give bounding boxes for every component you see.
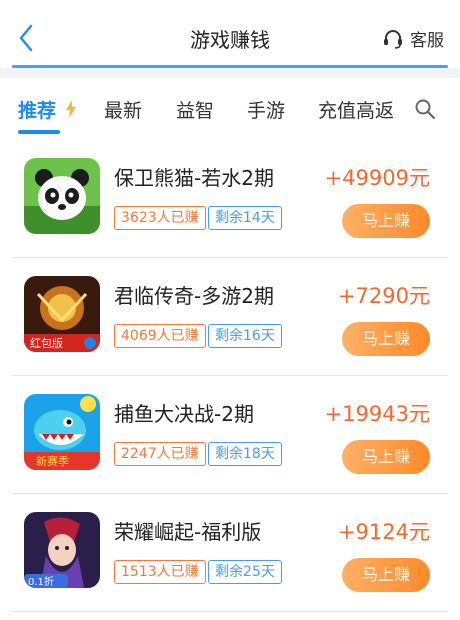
header-bar: 游戏赚钱 客服	[0, 0, 460, 68]
headset-icon	[384, 29, 402, 49]
row-divider	[12, 611, 448, 612]
tab-puzzle[interactable]: 益智	[176, 96, 214, 123]
customer-service-label: 客服	[410, 31, 444, 51]
earned-count-badge: 1513人已赚	[114, 560, 206, 584]
game-thumbnail: 0.1折	[24, 512, 100, 588]
category-tabs: 推荐 最新 益智 手游 充值高返	[0, 78, 460, 140]
panda-game-icon	[24, 158, 100, 234]
list-item[interactable]: 保卫熊猫-若水2期 3623人已赚 剩余14天 +49909元 马上赚	[0, 140, 460, 258]
header-divider	[12, 65, 448, 68]
fish-game-icon: 新赛季	[24, 394, 100, 470]
game-thumbnail: 红包版	[24, 276, 100, 352]
earn-now-button[interactable]: 马上赚	[342, 204, 430, 238]
days-remaining-badge: 剩余25天	[208, 560, 282, 584]
legend-game-icon: 红包版	[24, 276, 100, 352]
earn-now-button[interactable]: 马上赚	[342, 558, 430, 592]
game-name: 保卫熊猫-若水2期	[114, 166, 274, 190]
days-remaining-badge: 剩余18天	[208, 442, 282, 466]
lightning-icon	[66, 100, 76, 118]
list-item[interactable]: 0.1折 荣耀崛起-福利版 1513人已赚 剩余25天 +9124元 马上赚	[0, 494, 460, 612]
earn-now-button[interactable]: 马上赚	[342, 440, 430, 474]
earn-now-button[interactable]: 马上赚	[342, 322, 430, 356]
game-name: 捕鱼大决战-2期	[114, 402, 254, 426]
tab-latest[interactable]: 最新	[104, 96, 142, 123]
reward-amount: +19943元	[324, 402, 430, 426]
glory-game-icon: 0.1折	[24, 512, 100, 588]
days-remaining-badge: 剩余16天	[208, 324, 282, 348]
game-thumbnail: 新赛季	[24, 394, 100, 470]
earned-count-badge: 4069人已赚	[114, 324, 206, 348]
game-list: 保卫熊猫-若水2期 3623人已赚 剩余14天 +49909元 马上赚 红包版 …	[0, 140, 460, 620]
customer-service-button[interactable]: 客服	[382, 26, 444, 51]
tab-mobile-games[interactable]: 手游	[247, 96, 285, 123]
earned-count-badge: 2247人已赚	[114, 442, 206, 466]
list-item[interactable]: 新赛季 捕鱼大决战-2期 2247人已赚 剩余18天 +19943元 马上赚	[0, 376, 460, 494]
game-name: 荣耀崛起-福利版	[114, 520, 262, 544]
game-badge-text: 红包版	[30, 336, 63, 350]
game-name: 君临传奇-多游2期	[114, 284, 274, 308]
tab-recommend[interactable]: 推荐	[18, 96, 56, 123]
days-remaining-badge: 剩余14天	[208, 206, 282, 230]
game-badge-text: 新赛季	[36, 454, 69, 468]
earned-count-badge: 3623人已赚	[114, 206, 206, 230]
list-item[interactable]: 红包版 君临传奇-多游2期 4069人已赚 剩余16天 +7290元 马上赚	[0, 258, 460, 376]
tab-recharge-rebate[interactable]: 充值高返	[318, 96, 394, 123]
search-icon[interactable]	[414, 98, 436, 120]
reward-amount: +7290元	[337, 284, 430, 308]
game-badge-text: 0.1折	[28, 575, 54, 588]
active-tab-indicator	[18, 130, 60, 134]
reward-amount: +49909元	[324, 166, 430, 190]
game-thumbnail	[24, 158, 100, 234]
reward-amount: +9124元	[337, 520, 430, 544]
